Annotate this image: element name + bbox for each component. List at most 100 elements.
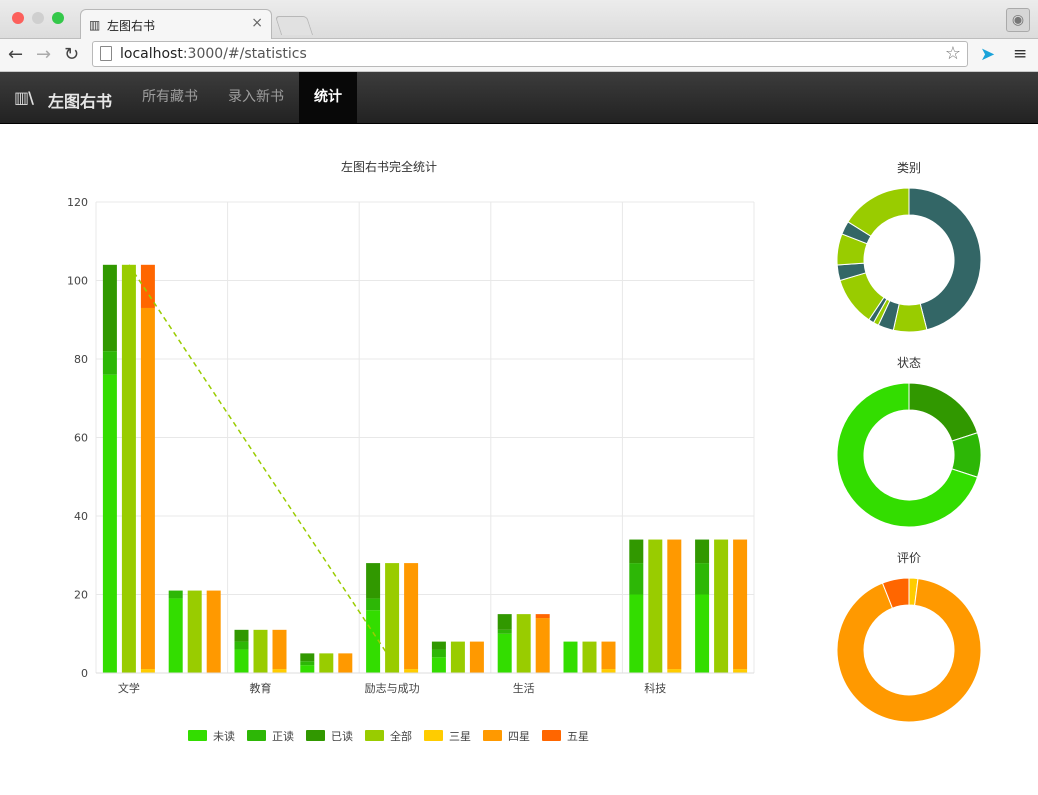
legend-label: 三星 bbox=[449, 730, 471, 743]
legend-swatch bbox=[365, 730, 384, 741]
books-icon: ▥ bbox=[89, 18, 101, 32]
legend-label: 五星 bbox=[567, 730, 589, 743]
bar-segment bbox=[667, 669, 682, 673]
legend-swatch bbox=[306, 730, 325, 741]
bar-segment bbox=[234, 641, 249, 650]
bar-segment bbox=[563, 641, 578, 673]
status-donut-chart bbox=[836, 382, 982, 528]
nav-all-books[interactable]: 所有藏书 bbox=[127, 72, 213, 123]
bar-segment bbox=[667, 539, 682, 670]
bar-segment bbox=[206, 590, 221, 673]
brand-title[interactable]: 左图右书 bbox=[48, 88, 112, 112]
bar-segment bbox=[469, 641, 484, 673]
category-donut-chart bbox=[836, 187, 982, 333]
legend-label: 四星 bbox=[508, 730, 530, 743]
bar-segment bbox=[102, 374, 117, 673]
app-navbar: ▥\ 左图右书 所有藏书 录入新书 统计 bbox=[0, 72, 1038, 124]
bar-segment bbox=[535, 614, 550, 619]
bar-segment bbox=[168, 590, 183, 599]
bar-segment bbox=[601, 669, 616, 673]
bar-chart: 0 20 40 60 80 100 120 文学 教育 励志与成功 生活 科技 bbox=[67, 196, 755, 695]
bar-segment bbox=[404, 669, 419, 673]
bar-segment bbox=[497, 633, 512, 673]
books-icon: ▥\ bbox=[14, 88, 34, 107]
x-tick-label: 科技 bbox=[644, 681, 666, 695]
legend-label: 正读 bbox=[272, 730, 294, 743]
bar-segment bbox=[140, 264, 155, 308]
trend-line bbox=[128, 264, 393, 662]
browser-tab[interactable]: ▥ 左图右书 × bbox=[80, 9, 272, 39]
legend-label: 全部 bbox=[390, 730, 412, 743]
browser-toolbar: ← → ↻ localhost:3000/#/statistics ☆ ➤ ≡ bbox=[0, 39, 1038, 72]
bar-segment bbox=[648, 539, 663, 673]
y-tick-label: 120 bbox=[67, 196, 88, 209]
bar-segment bbox=[431, 649, 446, 658]
zoom-window-button[interactable] bbox=[52, 12, 64, 24]
bar-segment bbox=[431, 657, 446, 673]
profile-icon[interactable]: ◉ bbox=[1006, 8, 1030, 32]
bar-segment bbox=[102, 264, 117, 352]
legend-swatch bbox=[542, 730, 561, 741]
bar-chart-title: 左图右书完全统计 bbox=[340, 160, 437, 174]
back-icon[interactable]: ← bbox=[8, 44, 23, 65]
address-bar[interactable]: localhost:3000/#/statistics ☆ bbox=[92, 41, 968, 67]
bar-segment bbox=[733, 539, 748, 670]
category-chart-title: 类别 bbox=[896, 161, 921, 175]
bar-segment bbox=[300, 661, 315, 666]
bookmark-star-icon[interactable]: ☆ bbox=[945, 43, 961, 64]
bar-segment bbox=[300, 653, 315, 662]
forward-icon[interactable]: → bbox=[36, 44, 51, 65]
bar-segment bbox=[102, 351, 117, 375]
bar-segment bbox=[140, 307, 155, 670]
bar-segment bbox=[404, 563, 419, 670]
bar-segment bbox=[338, 653, 353, 673]
bar-segment bbox=[168, 598, 183, 673]
close-tab-icon[interactable]: × bbox=[251, 15, 263, 31]
bar-segment bbox=[516, 614, 531, 673]
y-tick-label: 40 bbox=[74, 510, 88, 523]
bar-segment bbox=[140, 669, 155, 673]
legend-swatch bbox=[483, 730, 502, 741]
browser-titlebar: ▥ 左图右书 × ◉ bbox=[0, 0, 1038, 39]
legend-swatch bbox=[424, 730, 443, 741]
y-tick-label: 0 bbox=[81, 667, 88, 680]
bar-segment bbox=[714, 539, 729, 673]
legend-swatch bbox=[188, 730, 207, 741]
bar-segment bbox=[272, 629, 287, 670]
bar-segment bbox=[253, 629, 268, 673]
bar-segment bbox=[450, 641, 465, 673]
reload-icon[interactable]: ↻ bbox=[64, 44, 79, 65]
legend-label: 未读 bbox=[213, 730, 235, 743]
bar-segment bbox=[629, 594, 644, 673]
rating-donut-chart bbox=[836, 577, 982, 723]
close-window-button[interactable] bbox=[12, 12, 24, 24]
bar-segment bbox=[629, 563, 644, 595]
nav-statistics[interactable]: 统计 bbox=[299, 72, 357, 123]
nav-add-book[interactable]: 录入新书 bbox=[213, 72, 299, 123]
x-tick-label: 生活 bbox=[513, 681, 535, 695]
y-tick-label: 80 bbox=[74, 353, 88, 366]
bar-segment bbox=[497, 614, 512, 630]
legend-swatch bbox=[247, 730, 266, 741]
x-tick-label: 教育 bbox=[250, 681, 272, 695]
bar-segment bbox=[601, 641, 616, 670]
menu-icon[interactable]: ≡ bbox=[1013, 44, 1027, 64]
minimize-window-button[interactable] bbox=[32, 12, 44, 24]
bar-segment bbox=[385, 563, 400, 673]
url-text: localhost:3000/#/statistics bbox=[120, 46, 307, 62]
bar-segment bbox=[234, 629, 249, 642]
new-tab-button[interactable] bbox=[274, 16, 314, 35]
bar-segment bbox=[121, 264, 136, 673]
bar-segment bbox=[695, 563, 710, 595]
y-tick-label: 60 bbox=[74, 432, 88, 445]
legend-label: 已读 bbox=[331, 730, 353, 743]
tab-title: 左图右书 bbox=[107, 19, 156, 33]
bar-segment bbox=[629, 539, 644, 564]
x-tick-label: 励志与成功 bbox=[365, 682, 420, 695]
bar-segment bbox=[497, 629, 512, 634]
rating-chart-title: 评价 bbox=[896, 551, 921, 565]
bar-segment bbox=[234, 649, 249, 673]
bar-segment bbox=[366, 598, 381, 611]
bar-segment bbox=[272, 669, 287, 673]
send-extension-icon[interactable]: ➤ bbox=[980, 44, 995, 65]
